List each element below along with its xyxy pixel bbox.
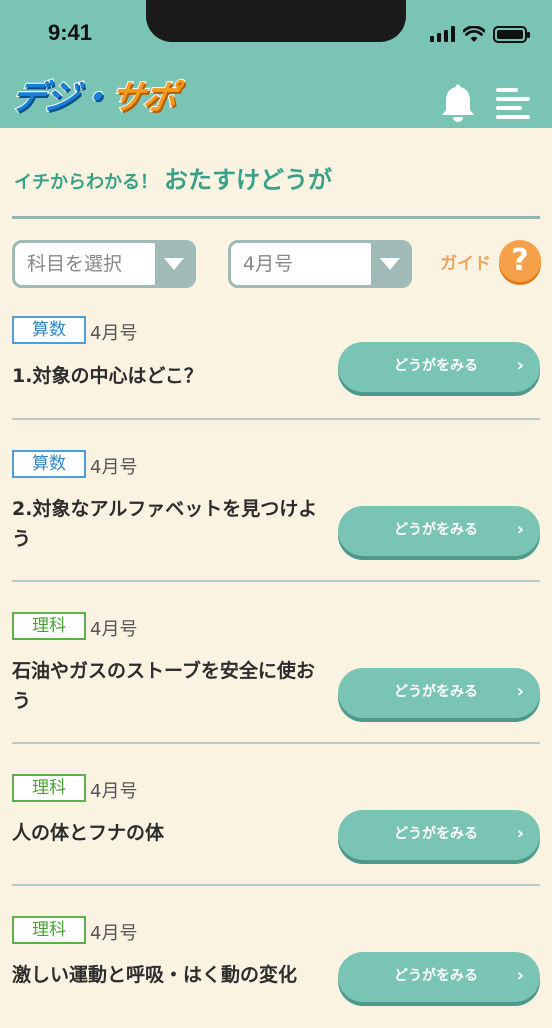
bell-icon[interactable] — [440, 84, 476, 124]
item-divider — [12, 884, 540, 886]
watch-video-label: どうがをみる — [394, 826, 478, 842]
chevron-down-icon — [371, 243, 409, 285]
status-time: 9:41 — [48, 20, 93, 45]
watch-video-label: どうがをみる — [394, 522, 478, 538]
logo-text-secondary: サポ — [106, 77, 181, 119]
issue-label: 4月号 — [90, 323, 138, 344]
device-notch — [146, 0, 406, 42]
chevron-right-icon: › — [516, 823, 524, 844]
video-title: 石油やガスのストーブを安全に使おう — [12, 660, 315, 712]
watch-video-button[interactable]: どうがをみる › — [338, 952, 540, 1002]
issue-label: 4月号 — [90, 457, 138, 478]
issue-label: 4月号 — [90, 781, 138, 802]
signal-icon — [430, 26, 455, 42]
chevron-right-icon: › — [516, 355, 524, 376]
section-heading: イチからわかる！ おたすけどうが — [14, 160, 332, 195]
video-title: 2.対象なアルファベットを見つけよう — [12, 498, 318, 550]
subject-tag: 算数 — [12, 316, 86, 344]
section-title: おたすけどうが — [164, 166, 332, 194]
watch-video-button[interactable]: どうがをみる › — [338, 810, 540, 860]
item-divider — [12, 580, 540, 582]
video-title: 人の体とフナの体 — [12, 822, 165, 844]
wifi-icon — [463, 25, 485, 42]
app-header: 9:41 デジ・ サポ — [0, 0, 552, 128]
chevron-down-icon — [155, 243, 193, 285]
video-title: 1.対象の中心はどこ？ — [12, 365, 203, 387]
guide-button[interactable]: ガイド ? — [440, 240, 541, 282]
subject-tag: 理科 — [12, 916, 86, 944]
battery-icon — [493, 25, 530, 43]
subject-select-value: 科目を選択 — [27, 253, 123, 275]
issue-select[interactable]: 4月号 — [228, 240, 412, 288]
video-title: 激しい運動と呼吸・はく動の変化 — [12, 964, 298, 986]
watch-video-label: どうがをみる — [394, 968, 478, 984]
issue-label: 4月号 — [90, 619, 138, 640]
question-icon: ? — [499, 240, 541, 282]
watch-video-button[interactable]: どうがをみる › — [338, 668, 540, 718]
section-subtitle: イチからわかる！ — [14, 172, 158, 193]
issue-label: 4月号 — [90, 923, 138, 944]
item-divider — [12, 418, 540, 420]
app-logo[interactable]: デジ・ サポ — [7, 72, 181, 119]
section-divider — [12, 216, 540, 219]
chevron-right-icon: › — [516, 965, 524, 986]
watch-video-label: どうがをみる — [394, 684, 478, 700]
menu-icon[interactable] — [496, 88, 530, 120]
chevron-right-icon: › — [516, 681, 524, 702]
issue-select-value: 4月号 — [243, 253, 294, 275]
logo-text-primary: デジ・ — [7, 77, 115, 119]
item-divider — [12, 742, 540, 744]
subject-tag: 算数 — [12, 450, 86, 478]
chevron-right-icon: › — [516, 519, 524, 540]
watch-video-button[interactable]: どうがをみる › — [338, 342, 540, 392]
subject-tag: 理科 — [12, 612, 86, 640]
guide-label: ガイド — [440, 253, 491, 274]
subject-select[interactable]: 科目を選択 — [12, 240, 196, 288]
watch-video-button[interactable]: どうがをみる › — [338, 506, 540, 556]
status-icons — [430, 22, 530, 46]
subject-tag: 理科 — [12, 774, 86, 802]
watch-video-label: どうがをみる — [394, 358, 478, 374]
